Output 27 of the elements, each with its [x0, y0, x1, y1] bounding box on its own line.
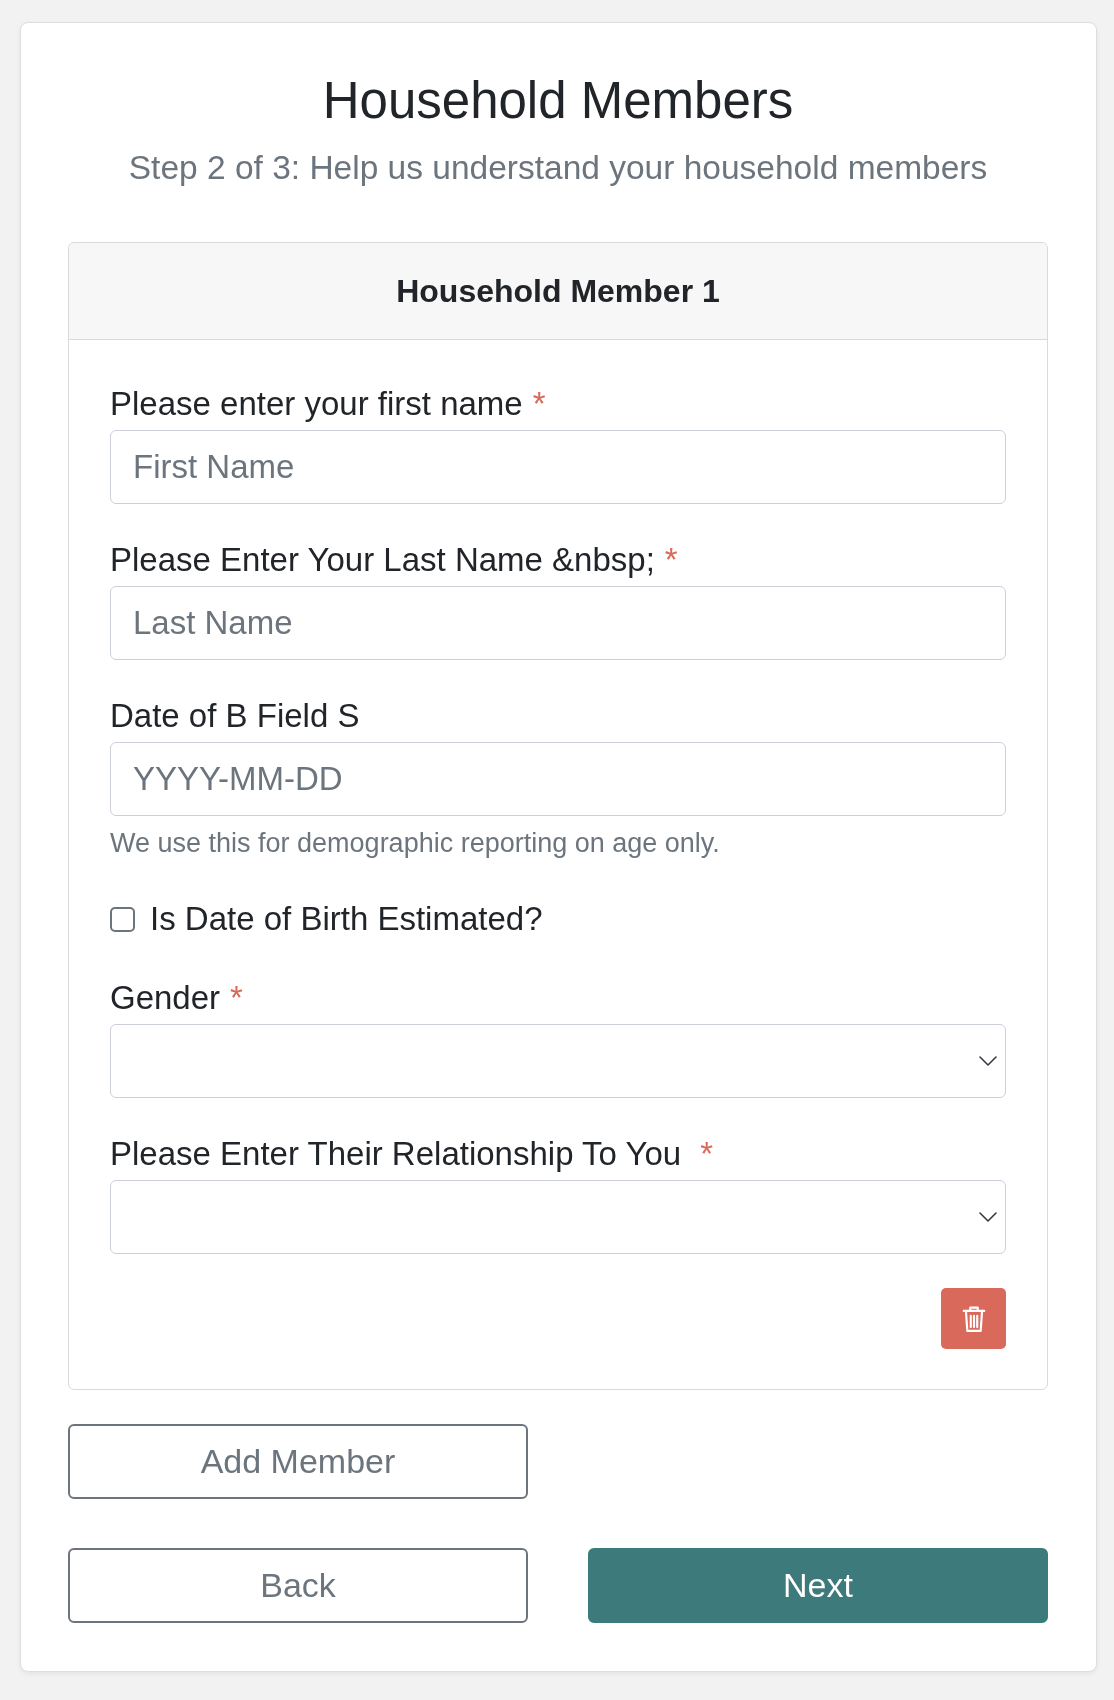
field-label: Gender — [110, 978, 221, 1018]
checkbox[interactable] — [110, 906, 135, 932]
select-field[interactable] — [110, 1180, 1006, 1254]
page-title: Household Members — [321, 71, 795, 131]
delete-button[interactable] — [941, 1288, 1006, 1349]
chevron-down-icon — [979, 1212, 997, 1222]
select-field[interactable] — [110, 1024, 1006, 1098]
field-label: Please Enter Your Last Name &nbsp; — [110, 540, 655, 580]
input-field[interactable]: YYYY-MM-DD — [110, 742, 1006, 816]
required-asterisk: * — [664, 540, 678, 580]
input-field[interactable]: Last Name — [110, 586, 1006, 660]
field-label: Please enter your first name — [110, 384, 523, 424]
back-button[interactable]: Back — [68, 1548, 528, 1623]
required-asterisk: * — [532, 384, 546, 424]
required-asterisk: * — [230, 978, 243, 1018]
field-label: Please Enter Their Relationship To You — [110, 1134, 683, 1174]
help-text: We use this for demographic reporting on age only. — [110, 827, 721, 860]
checkbox-label: Is Date of Birth Estimated? — [150, 899, 543, 939]
input-field[interactable]: First Name — [110, 430, 1006, 504]
chevron-down-icon — [979, 1056, 997, 1066]
field-label: Date of B Field S — [110, 696, 360, 736]
member-title: Household Member 1 — [396, 272, 720, 310]
step-subtitle: Step 2 of 3: Help us understand your household members — [127, 148, 989, 188]
next-button[interactable]: Next — [588, 1548, 1048, 1623]
required-asterisk: * — [700, 1134, 714, 1174]
trash-icon — [961, 1304, 986, 1333]
add-member-button[interactable]: Add Member — [68, 1424, 528, 1499]
